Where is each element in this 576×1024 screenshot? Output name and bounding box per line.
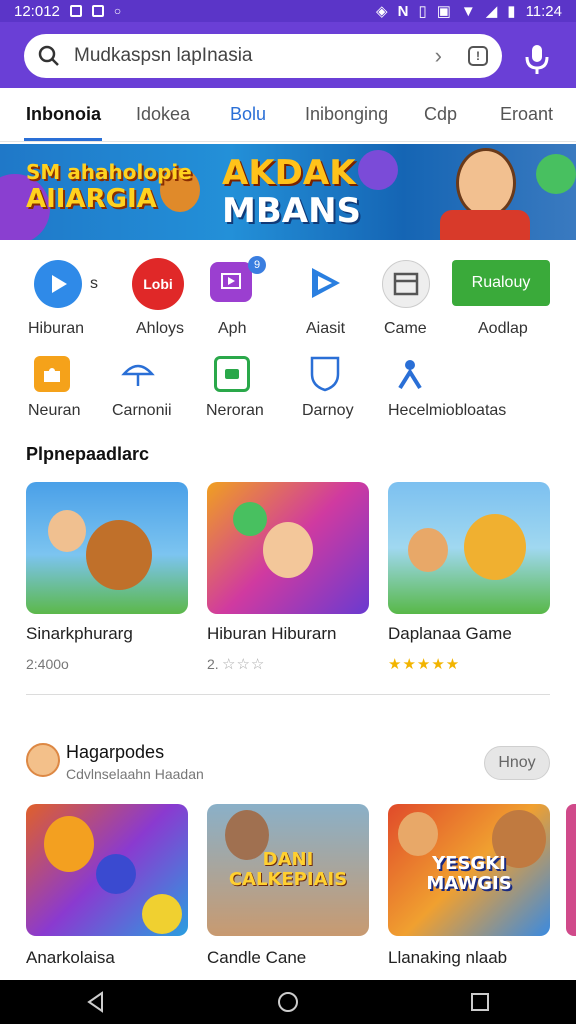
- nfc-letter: N: [397, 2, 409, 20]
- category-neroran[interactable]: Neroran: [206, 402, 264, 420]
- battery-saver-icon: ▣: [436, 3, 451, 20]
- category-darnoy[interactable]: Darnoy: [302, 402, 354, 420]
- back-icon[interactable]: [84, 990, 108, 1014]
- section2-title: Hagarpodes: [66, 742, 165, 762]
- category-came[interactable]: Came: [384, 320, 427, 338]
- card-subtitle: 2:400o: [26, 656, 69, 672]
- play-icon[interactable]: [34, 260, 82, 308]
- banner-orb: [536, 154, 576, 194]
- card-subtitle: 2.: [207, 656, 219, 672]
- game-card[interactable]: YESGKI MAWGIS: [388, 804, 550, 936]
- notification-badge: 9: [248, 256, 266, 274]
- category-aiasit[interactable]: Aiasit: [306, 320, 345, 338]
- category-ahloys[interactable]: Ahloys: [136, 320, 184, 338]
- people-icon[interactable]: [392, 356, 428, 392]
- card-art-text: YESGKI MAWGIS: [426, 853, 512, 894]
- category-carnonii[interactable]: Carnonii: [112, 402, 172, 420]
- gamepad-icon[interactable]: [214, 356, 250, 392]
- notification-icon-2: [91, 5, 104, 17]
- alarm-icon: ◈: [376, 3, 388, 20]
- status-bar: 12:012 ○ ◈ N ▯ ▣ ▼ ◢ ▮ 11:24: [0, 0, 576, 22]
- card-title[interactable]: Anarkolaisa: [26, 948, 115, 968]
- tab-cdp[interactable]: Cdp: [424, 104, 457, 125]
- card-art: [86, 520, 152, 590]
- lobi-icon[interactable]: Lobi: [132, 258, 184, 310]
- battery-icon: ▮: [507, 3, 516, 20]
- category-aodlap[interactable]: Aodlap: [478, 320, 528, 338]
- section-title: Plpnepaadlarc: [26, 444, 150, 464]
- card-art-character: [408, 528, 448, 572]
- card-art-face: [142, 894, 182, 934]
- search-bar[interactable]: Mudkaspsn lapInasia › !: [24, 34, 502, 78]
- umbrella-icon[interactable]: [120, 356, 156, 392]
- search-icon: [38, 45, 59, 66]
- search-input[interactable]: Mudkaspsn lapInasia: [74, 45, 435, 67]
- category-hiburan[interactable]: Hiburan: [28, 320, 84, 338]
- chevron-right-icon[interactable]: ›: [435, 43, 442, 69]
- mic-icon[interactable]: [520, 42, 554, 76]
- game-card[interactable]: [207, 482, 369, 614]
- tab-idokea[interactable]: Idokea: [136, 104, 190, 125]
- section2-subtitle: Cdvlnselaahn Haadan: [66, 766, 204, 782]
- card-title[interactable]: Llanaking nlaab: [388, 948, 507, 968]
- category-aph[interactable]: Aph: [218, 320, 246, 338]
- game-card[interactable]: [26, 804, 188, 936]
- notification-icon: [69, 5, 82, 17]
- card-art: [263, 522, 313, 578]
- status-time-right: 11:24: [525, 2, 562, 20]
- card-title[interactable]: Candle Cane: [207, 948, 306, 968]
- promo-banner[interactable]: SM ahaholopie AIIARGIA AKDAK MBANS: [0, 144, 576, 240]
- rating-stars: ☆☆☆: [222, 656, 266, 673]
- category-tabs: Inbonoia Idokea Bolu Inibonging Cdp Eroa…: [0, 88, 576, 142]
- game-card[interactable]: [26, 482, 188, 614]
- action-button[interactable]: Rualouy: [452, 260, 550, 306]
- signal-icon: ◢: [485, 3, 498, 20]
- screen-play-icon[interactable]: [210, 262, 252, 302]
- triangle-play-icon[interactable]: [306, 264, 344, 302]
- card-art-character: [48, 510, 86, 552]
- category-hecelmiobloatas[interactable]: Hecelmiobloatas: [388, 402, 506, 420]
- tab-inibonging[interactable]: Inibonging: [305, 104, 388, 125]
- status-time-left: 12:012: [14, 2, 60, 20]
- tab-bolu[interactable]: Bolu: [230, 104, 266, 125]
- play-extra: s: [90, 275, 98, 292]
- avatar: [26, 743, 60, 777]
- card-art: [464, 514, 526, 580]
- banner-hero: [456, 148, 516, 218]
- tab-eroant[interactable]: Eroant: [500, 104, 553, 125]
- card-art-text: DANI CALKEPIAIS: [228, 849, 348, 890]
- game-card[interactable]: DANI CALKEPIAIS: [207, 804, 369, 936]
- lens-icon[interactable]: !: [468, 46, 488, 66]
- tab-inbonoia[interactable]: Inbonoia: [26, 104, 101, 125]
- card-art-character: [398, 812, 438, 856]
- section-divider: [26, 694, 550, 695]
- card-title[interactable]: Sinarkphurarg: [26, 624, 133, 644]
- puzzle-icon[interactable]: [34, 356, 70, 392]
- card-art: [44, 816, 94, 872]
- card-art-ball: [96, 854, 136, 894]
- recents-icon[interactable]: [468, 990, 492, 1014]
- card-title[interactable]: Daplanaa Game: [388, 624, 512, 644]
- location-icon: ○: [113, 4, 122, 18]
- card-title[interactable]: Hiburan Hiburarn: [207, 624, 336, 644]
- banner-right-title: AKDAK MBANS: [222, 153, 362, 231]
- card-art-ball: [233, 502, 267, 536]
- banner-ball: [358, 150, 398, 190]
- game-card[interactable]: [388, 482, 550, 614]
- more-button[interactable]: Hnoy: [484, 746, 550, 780]
- wifi-icon: ▼: [460, 2, 476, 20]
- vibrate-icon: ▯: [418, 3, 427, 20]
- banner-left-title: SM ahaholopie AIIARGIA: [26, 160, 192, 214]
- app-header: Mudkaspsn lapInasia › !: [0, 22, 576, 88]
- next-card-peek[interactable]: [566, 804, 576, 936]
- category-neuran[interactable]: Neuran: [28, 402, 80, 420]
- rating-stars: ★★★★★: [388, 656, 461, 673]
- system-nav-bar: [0, 980, 576, 1024]
- window-icon[interactable]: [382, 260, 430, 308]
- banner-hero-body: [440, 210, 530, 240]
- shield-icon[interactable]: [308, 354, 342, 392]
- active-tab-indicator: [24, 138, 102, 141]
- home-icon[interactable]: [276, 990, 300, 1014]
